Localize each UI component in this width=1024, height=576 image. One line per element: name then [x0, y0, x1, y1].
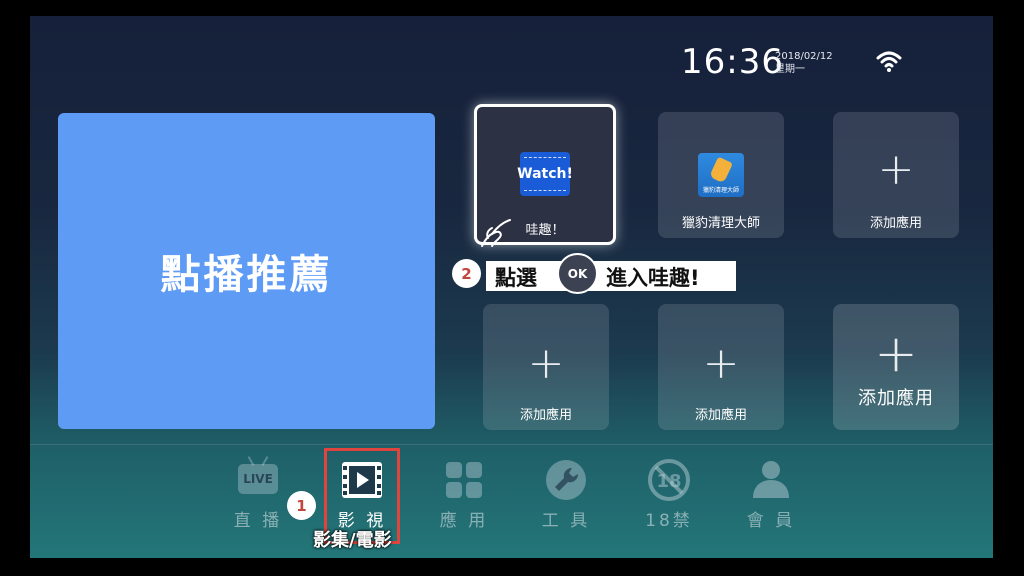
plus-icon: + — [527, 338, 565, 389]
annotation-step-2-badge: 2 — [452, 259, 481, 288]
nav-divider — [30, 444, 993, 445]
app-tile-cleaner-label: 獵豹清理大師 — [681, 216, 760, 231]
add-app-label: 添加應用 — [519, 408, 572, 423]
nav-item-live[interactable]: LIVE 直 播 — [222, 456, 294, 531]
add-app-tile-3[interactable]: + 添加應用 — [658, 304, 784, 430]
plus-icon: + — [877, 144, 915, 195]
clock-time: 16:36 — [681, 42, 784, 82]
weekday-text: 星期一 — [775, 64, 805, 75]
date-text: 2018/02/12 — [775, 51, 833, 62]
nav-label-live: 直 播 — [233, 511, 283, 531]
ok-button-icon: OK — [557, 253, 598, 294]
nav-item-tools[interactable]: 工 具 — [530, 456, 602, 531]
broom-icon — [709, 156, 733, 184]
watch-app-icon: Watch! — [517, 152, 573, 196]
apps-grid-icon — [446, 462, 482, 498]
cleaner-icon-caption: 獵豹清理大師 — [702, 187, 739, 194]
plus-icon: + — [874, 324, 918, 384]
add-app-label: 添加應用 — [869, 216, 922, 231]
wifi-icon — [876, 51, 902, 72]
wrench-icon — [546, 460, 586, 500]
nav-label-tools: 工 具 — [541, 511, 591, 531]
nav-item-member[interactable]: 會 員 — [735, 456, 807, 531]
annotation-step-2-text-before: 點選 — [495, 266, 537, 290]
add-app-tile-4[interactable]: + 添加應用 — [833, 304, 959, 430]
annotation-step-2-banner: 點選 進入哇趣! — [486, 261, 736, 291]
hand-pointer-icon — [481, 219, 511, 247]
add-app-label: 添加應用 — [694, 408, 747, 423]
date-display: 2018/02/12 星期一 — [775, 50, 833, 76]
nav-label-member: 會 員 — [746, 511, 796, 531]
vod-recommend-tile[interactable]: 點播推薦 — [58, 113, 435, 429]
age-18-icon: 18 — [648, 459, 690, 501]
nav-item-adult[interactable]: 18 18禁 — [633, 456, 705, 531]
user-icon — [753, 461, 789, 498]
add-app-label: 添加應用 — [858, 388, 934, 409]
vod-recommend-label: 點播推薦 — [160, 252, 333, 298]
live-tv-icon: LIVE — [238, 464, 278, 494]
plus-icon: + — [702, 338, 740, 389]
nav-item-apps[interactable]: 應 用 — [428, 456, 500, 531]
annotation-step-1-caption: 影集/電影 — [313, 530, 392, 551]
nav-label-apps: 應 用 — [439, 511, 489, 531]
tv-home-screen: 16:36 2018/02/12 星期一 點播推薦 Watch! 哇趣！ 獵豹清… — [30, 16, 993, 558]
add-app-tile-2[interactable]: + 添加應用 — [483, 304, 609, 430]
app-tile-cleaner[interactable]: 獵豹清理大師 獵豹清理大師 — [658, 112, 784, 238]
annotation-step-1-badge: 1 — [287, 491, 316, 520]
add-app-tile-1[interactable]: + 添加應用 — [833, 112, 959, 238]
cleaner-app-icon: 獵豹清理大師 — [698, 153, 744, 197]
annotation-step-2-text-after: 進入哇趣! — [606, 266, 700, 290]
nav-label-adult: 18禁 — [645, 511, 693, 531]
